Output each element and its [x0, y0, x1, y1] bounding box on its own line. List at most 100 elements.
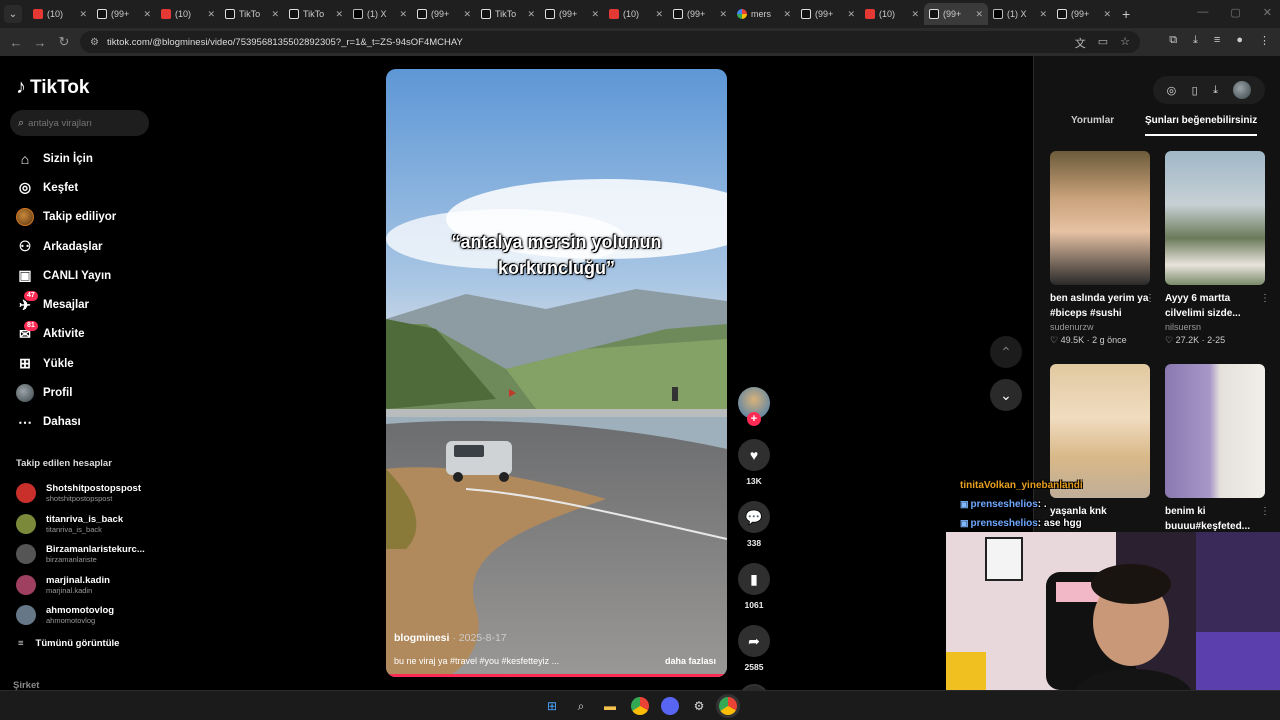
site-info-icon[interactable]: ⚙ [90, 37, 99, 48]
more-dots-icon[interactable]: ⋮ [1260, 293, 1270, 304]
previous-video-chevron-up-icon[interactable]: ⌃ [990, 336, 1022, 368]
following-account[interactable]: Birzamanlaristekurc... birzamanlariste [16, 539, 156, 570]
following-account[interactable]: marjinal.kadin marjinal.kadin [16, 570, 156, 601]
profile-icon[interactable]: ● [1236, 34, 1243, 47]
sidebar-item[interactable]: ▣ CANLI Yayın [16, 261, 156, 290]
start-windows-icon[interactable]: ⊞ [543, 697, 561, 715]
new-tab-icon[interactable]: + [1122, 6, 1130, 22]
translate-icon[interactable]: 文 [1075, 35, 1086, 51]
video-progress-bar[interactable] [386, 674, 724, 677]
sidebar-item[interactable]: ✉ Aktivite 81 [16, 320, 156, 349]
sidebar-item[interactable]: ⌂ Sizin İçin [16, 144, 156, 173]
tab-suggested[interactable]: Şunları beğenebilirsiniz [1145, 114, 1258, 136]
sidebar-item[interactable]: ⚇ Arkadaşlar [16, 232, 156, 261]
forward-icon[interactable]: → [28, 35, 52, 50]
tab-search-icon[interactable]: ⌄ [4, 5, 22, 23]
heart-icon[interactable]: ♥ [738, 439, 770, 471]
tab-close-icon[interactable]: ✕ [911, 9, 919, 20]
phone-icon[interactable]: ▯ [1192, 84, 1198, 97]
browser-tab[interactable]: (99+ ✕ [1052, 3, 1116, 25]
suggested-card[interactable]: Ayyy 6 martta cilvelimi sizde... nilsuer… [1165, 151, 1270, 346]
following-account[interactable]: titanriva_is_back titanriva_is_back [16, 509, 156, 540]
back-icon[interactable]: ← [4, 35, 28, 50]
reload-icon[interactable]: ↻ [52, 34, 76, 50]
download-app-icon[interactable]: ⤓ [1213, 84, 1218, 97]
tab-close-icon[interactable]: ✕ [271, 9, 279, 20]
more-dots-icon[interactable]: ⋮ [1260, 506, 1270, 517]
more-dots-icon[interactable]: ⋮ [1145, 293, 1155, 304]
tab-close-icon[interactable]: ✕ [655, 9, 663, 20]
video-author[interactable]: blogminesi · 2025-8-17 [394, 632, 507, 644]
tab-close-icon[interactable]: ✕ [143, 9, 151, 20]
comment-icon[interactable]: 💬 [738, 501, 770, 533]
download-icon[interactable]: ⤓ [1193, 34, 1198, 47]
bookmark-star-icon[interactable]: ☆ [1120, 35, 1130, 51]
sidebar-item[interactable]: ⋯ Dahası [16, 408, 156, 437]
tab-close-icon[interactable]: ✕ [975, 9, 983, 20]
browser-tab[interactable]: (99+ ✕ [924, 3, 988, 25]
share-icon[interactable]: ➦ [738, 625, 770, 657]
tab-close-icon[interactable]: ✕ [1103, 9, 1111, 20]
browser-tab[interactable]: (1) X ✕ [348, 3, 412, 25]
video-player[interactable]: “antalya mersin yolunun korkuncluğu” blo… [386, 69, 727, 677]
browser-tab[interactable]: (1) X ✕ [988, 3, 1052, 25]
minimize-icon[interactable]: — [1197, 6, 1208, 19]
chrome-icon[interactable] [631, 697, 649, 715]
sidebar-item[interactable]: ⊞ Yükle [16, 349, 156, 378]
browser-tab[interactable]: TikTo ✕ [220, 3, 284, 25]
browser-tab[interactable]: (99+ ✕ [796, 3, 860, 25]
close-window-icon[interactable]: ✕ [1263, 6, 1272, 19]
like-action[interactable]: ♥ 13K [736, 439, 772, 486]
browser-tab[interactable]: (99+ ✕ [412, 3, 476, 25]
share-action[interactable]: ➦ 2585 [736, 625, 772, 672]
follow-plus-icon[interactable]: + [747, 412, 761, 426]
browser-tab[interactable]: (10) ✕ [860, 3, 924, 25]
app-icon[interactable]: ⚙ [690, 697, 708, 715]
suggested-card[interactable]: ben aslında yerim ya #biceps #sushi sude… [1050, 151, 1155, 346]
compass-small-icon[interactable]: ◎ [1167, 84, 1177, 97]
address-bar[interactable]: ⚙ tiktok.com/@blogminesi/video/753956813… [80, 31, 1140, 53]
bookmark-icon[interactable]: ▮ [738, 563, 770, 595]
extensions-icon[interactable]: ⧉ [1169, 34, 1177, 47]
browser-tab[interactable]: (10) ✕ [28, 3, 92, 25]
company-section[interactable]: Şirket [13, 680, 39, 690]
menu-icon[interactable]: ⋮ [1259, 34, 1270, 47]
browser-tab[interactable]: (10) ✕ [604, 3, 668, 25]
more-link[interactable]: daha fazlası [665, 656, 716, 666]
cast-icon[interactable]: ▭ [1098, 35, 1108, 51]
file-explorer-icon[interactable]: ▬ [601, 697, 619, 715]
chrome-active-icon[interactable] [719, 697, 737, 715]
user-avatar[interactable] [1233, 81, 1252, 99]
following-account[interactable]: ahmomotovlog ahmomotovlog [16, 600, 156, 631]
browser-tab[interactable]: (99+ ✕ [668, 3, 732, 25]
tab-close-icon[interactable]: ✕ [527, 9, 535, 20]
maximize-icon[interactable]: ▢ [1230, 6, 1240, 19]
sidebar-item[interactable]: Takip ediliyor [16, 203, 156, 232]
search-taskbar-icon[interactable]: ⌕ [572, 697, 590, 715]
sidebar-item[interactable]: ✈ Mesajlar 47 [16, 290, 156, 319]
save-action[interactable]: ▮ 1061 [736, 563, 772, 610]
tab-comments[interactable]: Yorumlar [1071, 114, 1114, 136]
tab-close-icon[interactable]: ✕ [847, 9, 855, 20]
next-video-chevron-down-icon[interactable]: ⌄ [990, 379, 1022, 411]
tab-close-icon[interactable]: ✕ [719, 9, 727, 20]
see-all-link[interactable]: ≡ Tümünü görüntüle [18, 638, 119, 649]
tab-close-icon[interactable]: ✕ [335, 9, 343, 20]
browser-tab[interactable]: (10) ✕ [156, 3, 220, 25]
search-box[interactable]: ⌕ [10, 110, 149, 136]
browser-tab[interactable]: (99+ ✕ [92, 3, 156, 25]
sidebar-item[interactable]: Profil [16, 378, 156, 407]
suggested-card[interactable]: benim ki buuuu#keşfeted... ⋮ [1165, 364, 1270, 534]
media-icon[interactable]: ≡ [1214, 34, 1220, 47]
tab-close-icon[interactable]: ✕ [399, 9, 407, 20]
browser-tab[interactable]: TikTo ✕ [284, 3, 348, 25]
sidebar-item[interactable]: ◎ Keşfet [16, 173, 156, 202]
search-input[interactable] [28, 117, 139, 129]
browser-tab[interactable]: mers ✕ [732, 3, 796, 25]
tab-close-icon[interactable]: ✕ [1039, 9, 1047, 20]
creator-avatar[interactable]: + [738, 387, 770, 426]
tab-close-icon[interactable]: ✕ [79, 9, 87, 20]
tab-close-icon[interactable]: ✕ [783, 9, 791, 20]
discord-icon[interactable] [661, 697, 679, 715]
browser-tab[interactable]: TikTo ✕ [476, 3, 540, 25]
